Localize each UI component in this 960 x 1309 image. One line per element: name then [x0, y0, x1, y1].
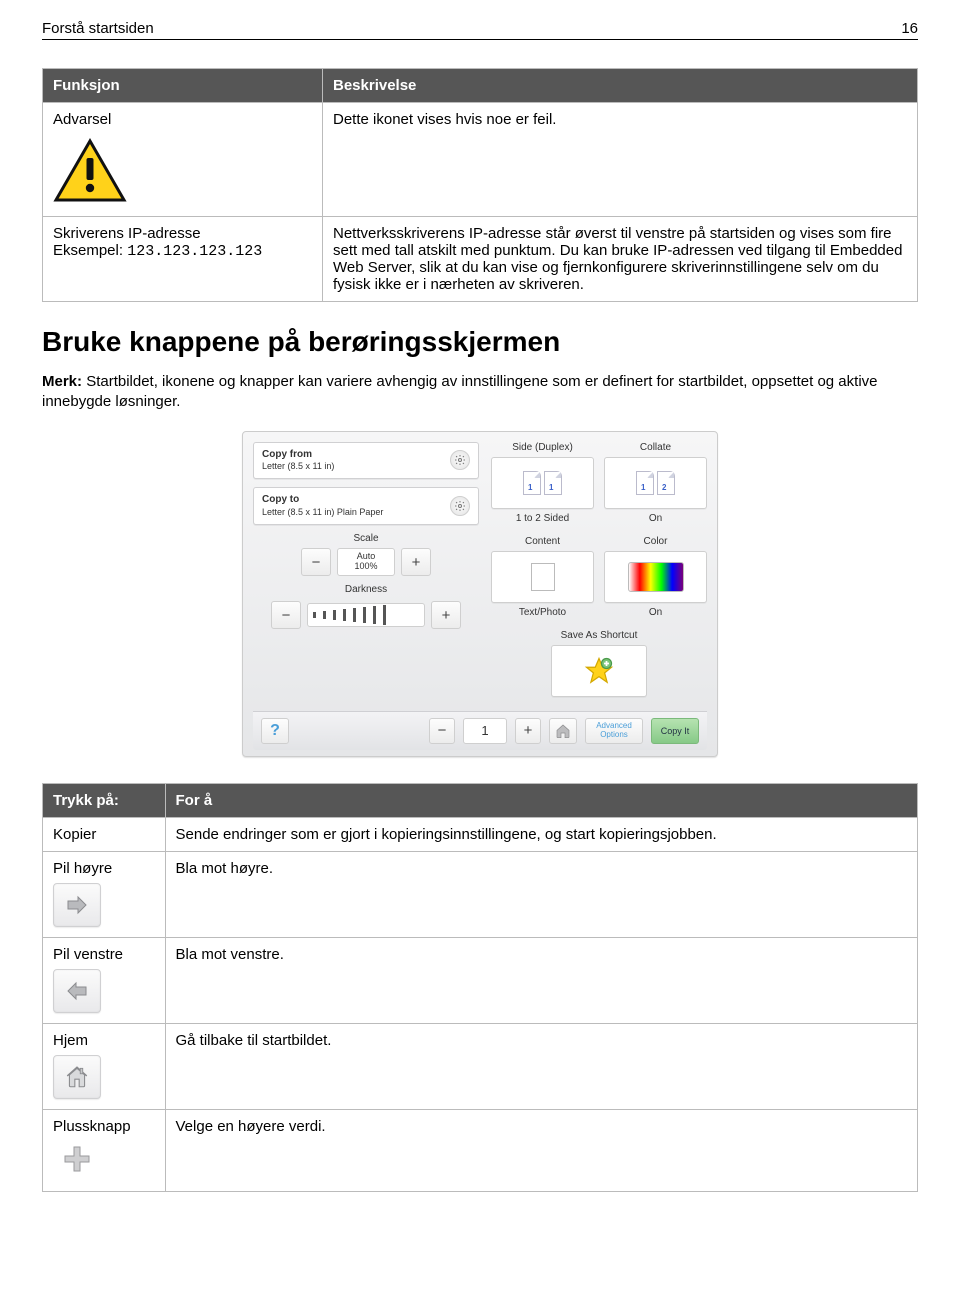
function-table-r2c1a: Skriverens IP-adresse — [53, 225, 312, 242]
warning-icon — [53, 138, 127, 208]
press-table-h1: Trykk på: — [43, 783, 166, 817]
press-table-r4c1: Hjem — [53, 1032, 155, 1049]
help-button[interactable]: ? — [261, 718, 289, 744]
plus-icon — [53, 1135, 101, 1183]
content-label: Content — [491, 536, 594, 547]
minus-button[interactable]: − — [301, 548, 331, 576]
plus-button[interactable]: + — [401, 548, 431, 576]
page-header: Forstå startsiden 16 — [42, 20, 918, 40]
arrow-left-icon — [53, 969, 101, 1013]
color-val: On — [604, 607, 707, 618]
function-table-cell-ip: Skriverens IP-adresse Eksempel: 123.123.… — [43, 217, 323, 302]
side-val: 1 to 2 Sided — [491, 513, 594, 524]
copy-from-card[interactable]: Copy from Letter (8.5 x 11 in) — [253, 442, 479, 480]
scale-val: 100% — [354, 562, 377, 572]
press-table-r3c1: Pil venstre — [53, 946, 155, 963]
copy-count: 1 — [463, 718, 507, 744]
save-shortcut-tile[interactable] — [551, 645, 647, 697]
copy-it-button[interactable]: Copy It — [651, 718, 699, 744]
arrow-right-icon — [53, 883, 101, 927]
copy-to-heading: Copy to — [262, 494, 383, 507]
darkness-bar[interactable] — [307, 603, 425, 627]
home-icon — [53, 1055, 101, 1099]
page-header-number: 16 — [901, 20, 918, 37]
scale-display: Auto 100% — [337, 548, 395, 576]
press-table-cell-home: Hjem — [43, 1023, 166, 1109]
press-table-r2c2: Bla mot høyre. — [165, 851, 918, 937]
count-minus-button[interactable]: − — [429, 718, 455, 744]
section-heading: Bruke knappene på berøringsskjermen — [42, 326, 918, 358]
content-tile[interactable] — [491, 551, 594, 603]
function-table-r1c2: Dette ikonet vises hvis noe er feil. — [323, 103, 918, 217]
press-table-r1c1: Kopier — [43, 817, 166, 851]
color-label: Color — [604, 536, 707, 547]
color-tile[interactable] — [604, 551, 707, 603]
section-note: Merk: Startbildet, ikonene og knapper ka… — [42, 372, 918, 413]
content-val: Text/Photo — [491, 607, 594, 618]
press-table-cell-plus: Plussknapp — [43, 1109, 166, 1191]
collate-val: On — [604, 513, 707, 524]
darkness-label: Darkness — [253, 584, 479, 595]
function-table: Funksjon Beskrivelse Advarsel Dette ikon… — [42, 68, 918, 302]
function-table-r2c1b-label: Eksempel: — [53, 242, 127, 259]
home-icon — [555, 723, 571, 739]
scale-label: Scale — [253, 533, 479, 544]
function-table-r2c2: Nettverksskriverens IP-adresse står øver… — [323, 217, 918, 302]
save-shortcut-label: Save As Shortcut — [491, 630, 707, 641]
copy-to-sub: Letter (8.5 x 11 in) Plain Paper — [262, 507, 383, 518]
function-table-h1: Funksjon — [43, 69, 323, 103]
section-note-lead: Merk: — [42, 373, 86, 390]
home-button[interactable] — [549, 718, 577, 744]
function-table-r2c1b: Eksempel: 123.123.123.123 — [53, 242, 312, 260]
function-table-h2: Beskrivelse — [323, 69, 918, 103]
function-table-cell-advarsel: Advarsel — [43, 103, 323, 217]
side-tile[interactable]: 11 — [491, 457, 594, 509]
gear-icon[interactable] — [450, 496, 470, 516]
darkness-minus-button[interactable]: − — [271, 601, 301, 629]
press-table-r5c1: Plussknapp — [53, 1118, 155, 1135]
count-plus-button[interactable]: + — [515, 718, 541, 744]
touch-panel: Copy from Letter (8.5 x 11 in) Copy to L… — [242, 431, 718, 757]
press-table-r5c2: Velge en høyere verdi. — [165, 1109, 918, 1191]
press-table-r4c2: Gå tilbake til startbildet. — [165, 1023, 918, 1109]
darkness-plus-button[interactable]: + — [431, 601, 461, 629]
press-table-r1c2: Sende endringer som er gjort i kopiering… — [165, 817, 918, 851]
page-header-title: Forstå startsiden — [42, 20, 154, 37]
function-table-r2c1b-code: 123.123.123.123 — [127, 243, 262, 260]
side-label: Side (Duplex) — [491, 442, 594, 453]
press-table: Trykk på: For å Kopier Sende endringer s… — [42, 783, 918, 1192]
function-table-r1c1: Advarsel — [53, 111, 312, 128]
press-table-r2c1: Pil høyre — [53, 860, 155, 877]
gear-icon[interactable] — [450, 450, 470, 470]
advanced-options-button[interactable]: Advanced Options — [585, 718, 643, 744]
collate-label: Collate — [604, 442, 707, 453]
copy-to-card[interactable]: Copy to Letter (8.5 x 11 in) Plain Paper — [253, 487, 479, 525]
press-table-h2: For å — [165, 783, 918, 817]
collate-tile[interactable]: 12 — [604, 457, 707, 509]
star-icon — [584, 656, 614, 686]
section-note-body: Startbildet, ikonene og knapper kan vari… — [42, 373, 878, 410]
press-table-r3c2: Bla mot venstre. — [165, 937, 918, 1023]
press-table-cell-left: Pil venstre — [43, 937, 166, 1023]
copy-from-sub: Letter (8.5 x 11 in) — [262, 461, 334, 472]
press-table-cell-right: Pil høyre — [43, 851, 166, 937]
touchscreen-illustration: Copy from Letter (8.5 x 11 in) Copy to L… — [42, 431, 918, 757]
copy-from-heading: Copy from — [262, 449, 334, 462]
